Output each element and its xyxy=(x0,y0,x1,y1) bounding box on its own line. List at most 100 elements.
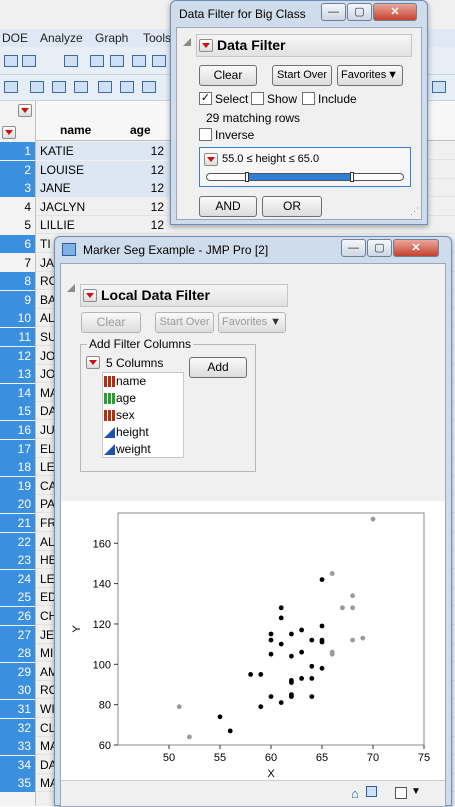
table-menu-icon[interactable] xyxy=(18,104,32,117)
minimize-button[interactable]: — xyxy=(321,3,346,21)
row-number[interactable]: 4 xyxy=(0,197,36,216)
toolbar-icon[interactable] xyxy=(52,81,66,93)
row-number[interactable]: 18 xyxy=(0,458,36,477)
row-number[interactable]: 30 xyxy=(0,681,36,700)
column-list-item[interactable]: name xyxy=(103,373,183,390)
menu-tools[interactable]: Tools xyxy=(143,31,171,45)
condition-menu-icon[interactable] xyxy=(204,153,218,166)
scatter-plot[interactable]: 50 55 60 65 70 75 60 80 100 120 140 160 X Y xyxy=(61,501,445,781)
column-list-item[interactable]: height xyxy=(103,424,183,441)
row-number[interactable]: 10 xyxy=(0,309,36,328)
favorites-button[interactable]: Favorites ▼ xyxy=(218,312,286,333)
row-number[interactable]: 20 xyxy=(0,495,36,514)
row-number[interactable]: 28 xyxy=(0,644,36,663)
row-number[interactable]: 17 xyxy=(0,439,36,458)
toolbar-icon[interactable] xyxy=(4,81,18,93)
cell-name[interactable]: KATIE xyxy=(36,142,126,160)
include-checkbox[interactable] xyxy=(302,92,315,105)
toolbar-icon[interactable] xyxy=(74,81,88,93)
column-list-item[interactable]: age xyxy=(103,390,183,407)
row-number[interactable]: 16 xyxy=(0,421,36,439)
clear-button[interactable]: Clear xyxy=(81,312,141,333)
row-number[interactable]: 25 xyxy=(0,588,36,607)
column-name-header[interactable]: name xyxy=(60,123,91,137)
toolbar-icon[interactable] xyxy=(22,55,36,67)
row-number[interactable]: 11 xyxy=(0,328,36,346)
close-button[interactable]: ✕ xyxy=(393,239,439,257)
row-number[interactable]: 7 xyxy=(0,253,36,272)
clear-button[interactable]: Clear xyxy=(199,65,257,86)
row-number[interactable]: 27 xyxy=(0,625,36,644)
row-number[interactable]: 29 xyxy=(0,662,36,681)
toolbar-icon[interactable] xyxy=(90,55,104,67)
toolbar-icon[interactable] xyxy=(152,55,166,67)
cell-name[interactable]: JANE xyxy=(36,179,126,198)
home-icon[interactable]: ⌂ xyxy=(351,786,359,801)
filter-menu-icon[interactable] xyxy=(199,39,213,52)
collapse-disclosure-icon[interactable] xyxy=(183,38,191,46)
row-number[interactable]: 32 xyxy=(0,718,36,737)
close-button[interactable]: ✕ xyxy=(373,3,417,21)
row-number[interactable]: 26 xyxy=(0,607,36,625)
maximize-button[interactable]: ▢ xyxy=(347,3,372,21)
column-age-header[interactable]: age xyxy=(130,123,151,137)
collapse-disclosure-icon[interactable] xyxy=(67,284,75,292)
row-number[interactable]: 5 xyxy=(0,216,36,235)
toolbar-icon[interactable] xyxy=(64,55,78,67)
row-number[interactable]: 3 xyxy=(0,179,36,198)
minimize-button[interactable]: — xyxy=(341,239,366,257)
row-number[interactable]: 6 xyxy=(0,235,36,253)
add-button[interactable]: Add xyxy=(189,357,247,378)
row-number[interactable]: 1 xyxy=(0,142,36,160)
toolbar-icon[interactable] xyxy=(120,81,134,93)
column-list-item[interactable]: weight xyxy=(103,441,183,458)
maximize-button[interactable]: ▢ xyxy=(367,239,392,257)
or-button[interactable]: OR xyxy=(262,196,322,217)
row-number[interactable]: 13 xyxy=(0,365,36,384)
menu-doe[interactable]: DOE xyxy=(2,31,28,45)
range-slider-track[interactable] xyxy=(206,172,404,182)
row-number[interactable]: 22 xyxy=(0,532,36,551)
start-over-button[interactable]: Start Over xyxy=(272,65,332,86)
toolbar-icon[interactable] xyxy=(132,55,146,67)
row-number[interactable]: 34 xyxy=(0,755,36,774)
toolbar-icon[interactable] xyxy=(110,55,124,67)
row-number[interactable]: 8 xyxy=(0,272,36,291)
resize-grip-icon[interactable]: ⋰ xyxy=(410,206,419,217)
row-number[interactable]: 31 xyxy=(0,700,36,718)
favorites-button[interactable]: Favorites ▼ xyxy=(337,65,403,86)
local-filter-menu-icon[interactable] xyxy=(83,289,97,302)
toolbar-icon[interactable] xyxy=(98,81,112,93)
row-number[interactable]: 15 xyxy=(0,402,36,421)
export-icon[interactable] xyxy=(366,786,377,797)
rows-menu-icon[interactable] xyxy=(2,126,16,139)
row-number[interactable]: 21 xyxy=(0,514,36,532)
menu-graph[interactable]: Graph xyxy=(95,31,128,45)
dropdown-icon[interactable]: ▼ xyxy=(411,786,421,797)
column-list[interactable]: name age sex height weight xyxy=(102,372,184,458)
menu-analyze[interactable]: Analyze xyxy=(40,31,83,45)
and-button[interactable]: AND xyxy=(199,196,257,217)
row-number[interactable]: 14 xyxy=(0,383,36,402)
toolbar-icon[interactable] xyxy=(30,81,44,93)
height-filter-card[interactable]: 55.0 ≤ height ≤ 65.0 xyxy=(199,147,411,187)
show-checkbox[interactable] xyxy=(251,92,264,105)
inverse-checkbox[interactable] xyxy=(199,128,212,141)
row-number[interactable]: 9 xyxy=(0,290,36,309)
columns-menu-icon[interactable] xyxy=(86,356,100,369)
toolbar-icon[interactable] xyxy=(142,81,156,93)
row-number[interactable]: 19 xyxy=(0,476,36,495)
checkbox-icon[interactable] xyxy=(395,787,407,799)
row-number[interactable]: 12 xyxy=(0,346,36,365)
row-number[interactable]: 24 xyxy=(0,569,36,588)
row-number[interactable]: 2 xyxy=(0,160,36,179)
start-over-button[interactable]: Start Over xyxy=(155,312,214,333)
range-low-handle[interactable] xyxy=(245,172,249,182)
row-number[interactable]: 33 xyxy=(0,737,36,756)
cell-name[interactable]: LOUISE xyxy=(36,160,126,179)
toolbar-icon[interactable] xyxy=(4,55,18,67)
column-list-item[interactable]: sex xyxy=(103,407,183,424)
cell-name[interactable]: JACLYN xyxy=(36,198,126,216)
row-number[interactable]: 23 xyxy=(0,551,36,570)
select-checkbox[interactable]: ✓ xyxy=(199,92,212,105)
